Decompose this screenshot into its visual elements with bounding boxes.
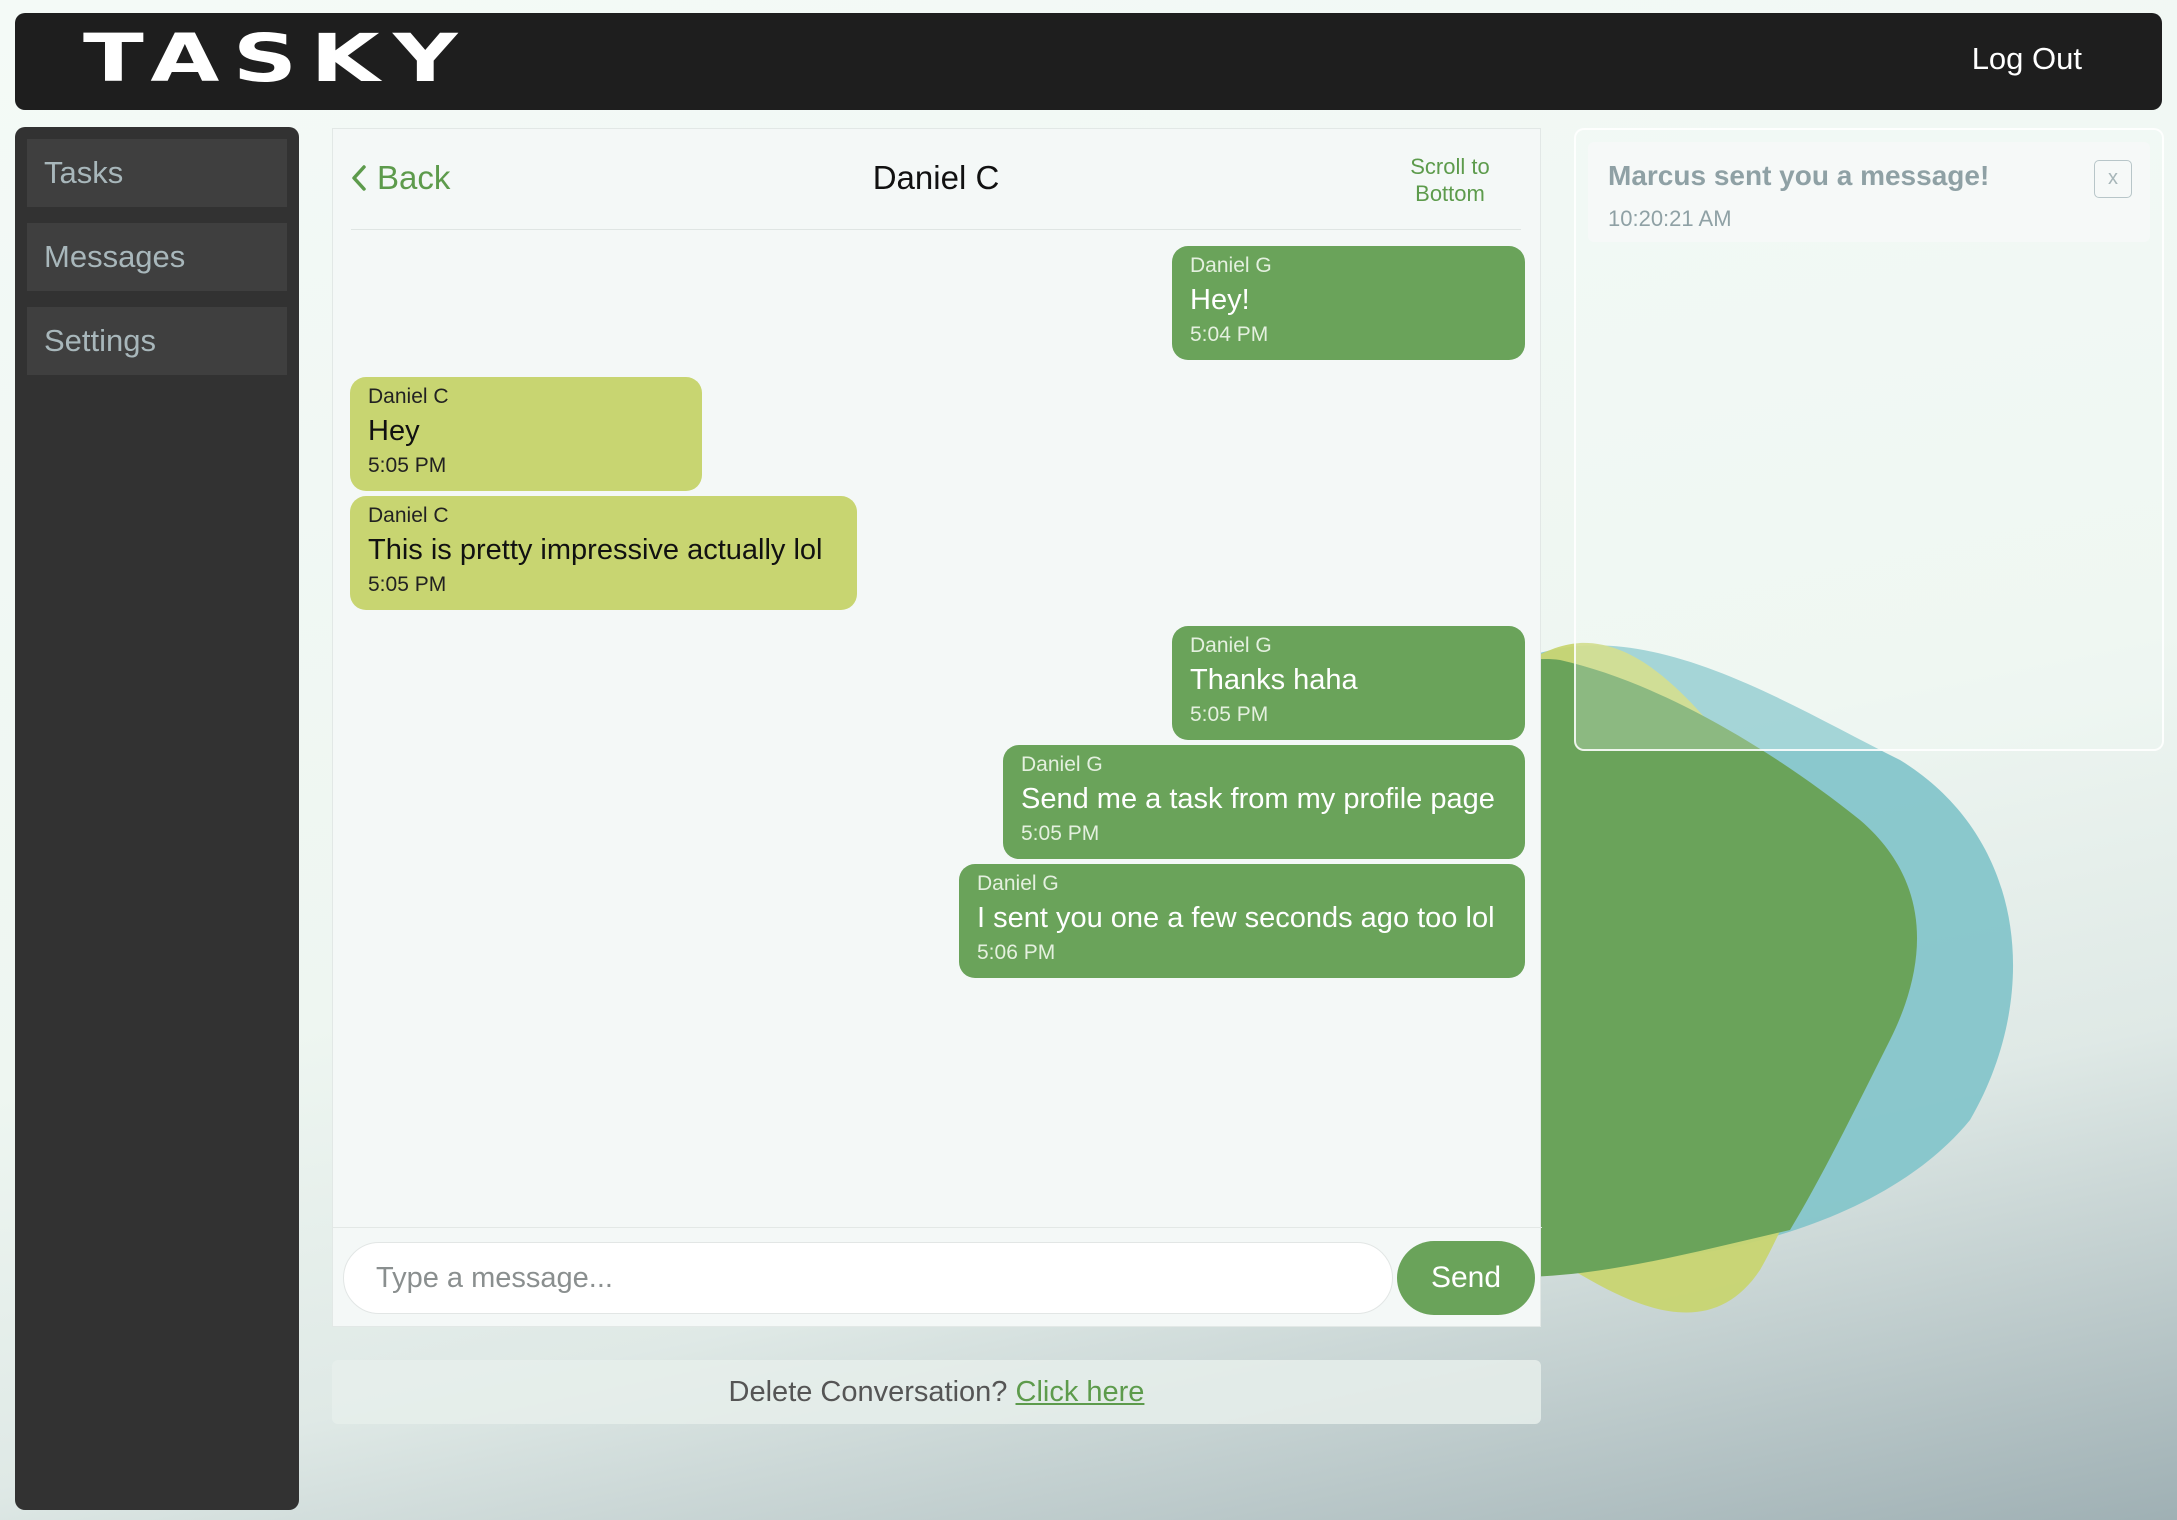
message-sender: Daniel G bbox=[1021, 753, 1103, 776]
message-text: Hey! bbox=[1190, 284, 1250, 316]
logout-button[interactable]: Log Out bbox=[1972, 41, 2082, 77]
sidebar-item-settings[interactable]: Settings bbox=[27, 307, 287, 375]
message-time: 5:05 PM bbox=[368, 454, 447, 477]
message-composer: Send bbox=[333, 1227, 1542, 1327]
scroll-to-bottom-button[interactable]: Scroll to Bottom bbox=[1395, 153, 1505, 207]
message-input[interactable] bbox=[343, 1242, 1393, 1314]
send-button[interactable]: Send bbox=[1397, 1241, 1535, 1315]
back-label: Back bbox=[377, 159, 451, 196]
message-sender: Daniel C bbox=[368, 385, 449, 408]
chat-panel: Daniel C Back Scroll to Bottom Daniel G … bbox=[332, 128, 1542, 1327]
chevron-left-icon bbox=[352, 165, 366, 191]
sidebar-item-tasks[interactable]: Tasks bbox=[27, 139, 287, 207]
message-text: This is pretty impressive actually lol bbox=[368, 534, 823, 566]
message-sender: Daniel C bbox=[368, 504, 449, 527]
scroll-label-line1: Scroll to bbox=[1410, 154, 1490, 179]
delete-conversation-bar: Delete Conversation? Click here bbox=[332, 1360, 1541, 1424]
message-sender: Daniel G bbox=[1190, 634, 1272, 657]
chat-title: Daniel C bbox=[872, 159, 1000, 196]
message-time: 5:05 PM bbox=[1190, 703, 1269, 726]
chat-header: Daniel C Back Scroll to Bottom bbox=[351, 129, 1521, 230]
message-bubble: Daniel C Hey 5:05 PM bbox=[350, 377, 702, 491]
close-icon[interactable]: x bbox=[2094, 160, 2132, 198]
scroll-label-line2: Bottom bbox=[1415, 181, 1485, 206]
message-text: Hey bbox=[368, 415, 420, 447]
notification-time: 10:20:21 AM bbox=[1608, 206, 1732, 231]
message-time: 5:04 PM bbox=[1190, 323, 1269, 346]
message-text: I sent you one a few seconds ago too lol bbox=[977, 902, 1495, 934]
top-navbar: TASKY Log Out bbox=[15, 13, 2162, 110]
app-logo[interactable]: TASKY bbox=[83, 22, 471, 96]
notification-card[interactable]: Marcus sent you a message! 10:20:21 AM x bbox=[1588, 142, 2150, 242]
message-bubble: Daniel C This is pretty impressive actua… bbox=[350, 496, 857, 610]
message-time: 5:06 PM bbox=[977, 941, 1056, 964]
message-bubble: Daniel G Thanks haha 5:05 PM bbox=[1172, 626, 1525, 740]
message-bubble: Daniel G I sent you one a few seconds ag… bbox=[959, 864, 1525, 978]
message-bubble: Daniel G Hey! 5:04 PM bbox=[1172, 246, 1525, 360]
back-button[interactable]: Back bbox=[351, 159, 450, 197]
notifications-panel: Marcus sent you a message! 10:20:21 AM x bbox=[1574, 128, 2164, 751]
message-time: 5:05 PM bbox=[1021, 822, 1100, 845]
message-sender: Daniel G bbox=[977, 872, 1059, 895]
sidebar-item-messages[interactable]: Messages bbox=[27, 223, 287, 291]
sidebar: Tasks Messages Settings bbox=[15, 127, 299, 1510]
message-text: Send me a task from my profile page bbox=[1021, 783, 1495, 815]
message-text: Thanks haha bbox=[1190, 664, 1358, 696]
delete-conversation-link[interactable]: Click here bbox=[1016, 1376, 1145, 1408]
message-sender: Daniel G bbox=[1190, 254, 1272, 277]
message-time: 5:05 PM bbox=[368, 573, 447, 596]
message-bubble: Daniel G Send me a task from my profile … bbox=[1003, 745, 1525, 859]
notification-title: Marcus sent you a message! bbox=[1608, 160, 1990, 191]
delete-prompt: Delete Conversation? bbox=[728, 1376, 1008, 1408]
